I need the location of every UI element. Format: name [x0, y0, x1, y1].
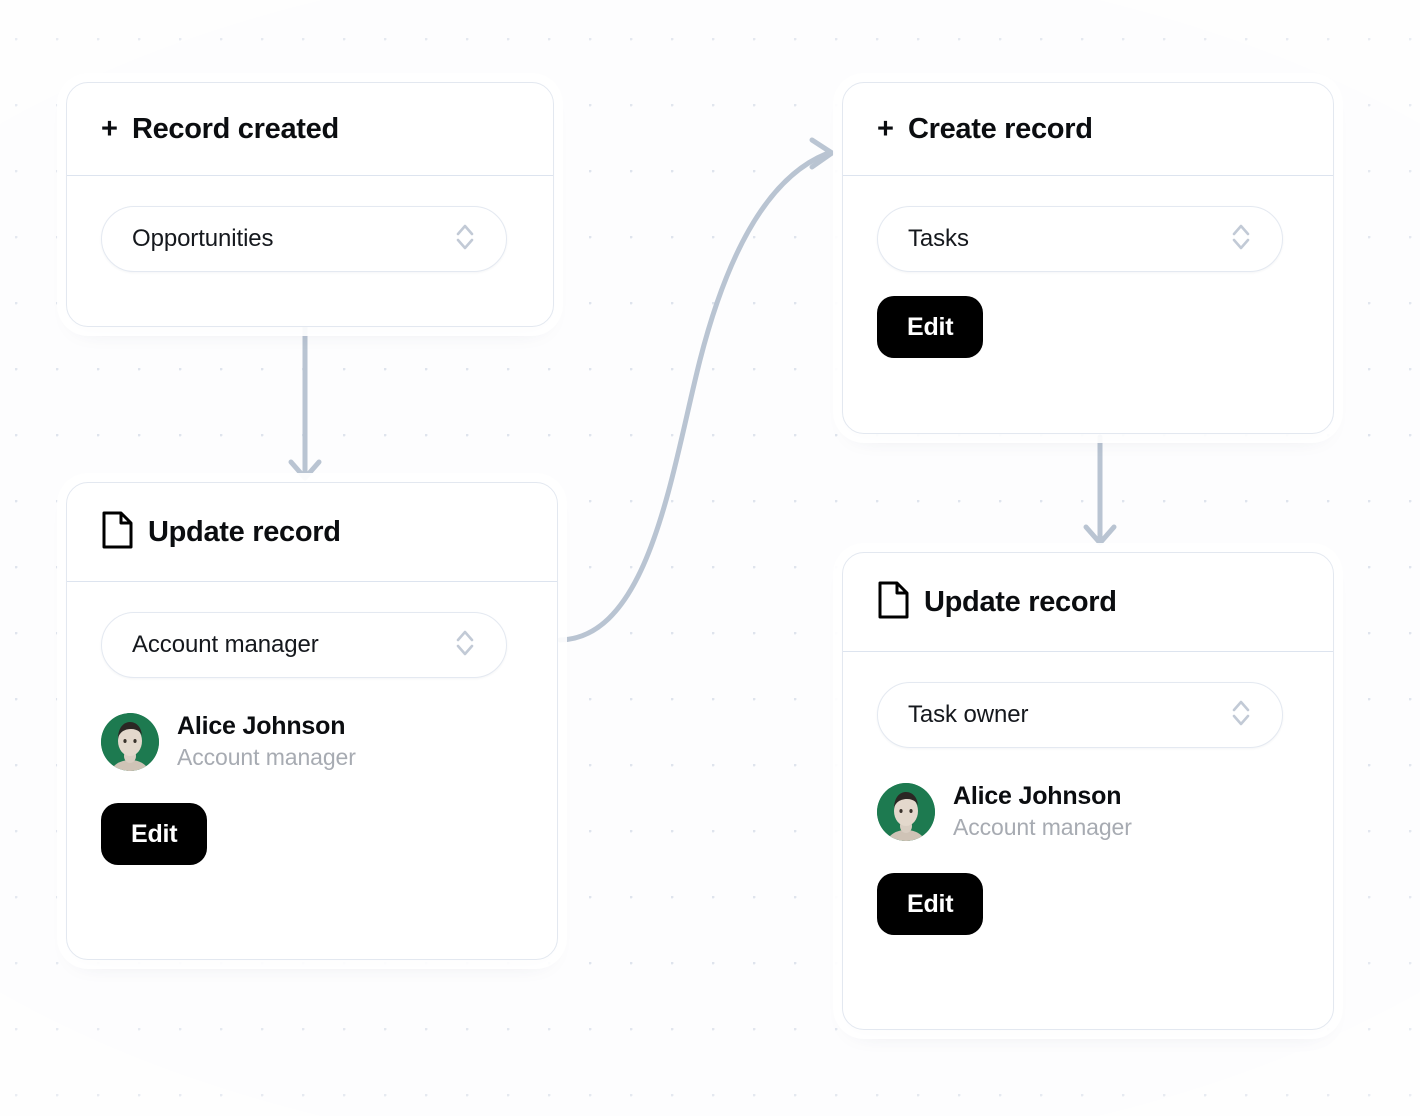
- node-record-created[interactable]: + Record created Opportunities: [66, 82, 554, 327]
- node-header: + Create record: [843, 83, 1333, 176]
- edge-create-record-to-update-record: [1083, 434, 1117, 546]
- select-value: Task owner: [908, 701, 1029, 728]
- node-header: Update record: [67, 483, 557, 582]
- edge-update-record-to-create-record: [557, 137, 835, 643]
- stepper-chevrons-icon[interactable]: [454, 218, 476, 261]
- edit-button[interactable]: Edit: [877, 296, 984, 358]
- assignee-role: Account manager: [177, 744, 356, 770]
- assignee-row[interactable]: Alice Johnson Account manager: [877, 782, 1299, 841]
- node-body: Tasks Edit: [843, 176, 1333, 392]
- node-update-record-left[interactable]: Update record Account manager Alice John…: [66, 482, 558, 960]
- select-value: Opportunities: [132, 225, 274, 252]
- select-value: Tasks: [908, 225, 969, 252]
- node-header: + Record created: [67, 83, 553, 176]
- edge-record-created-to-update-record: [288, 324, 322, 481]
- workflow-canvas: + Record created Opportunities Update re…: [0, 0, 1420, 1116]
- node-header: Update record: [843, 553, 1333, 652]
- plus-icon: +: [101, 112, 118, 145]
- edit-button[interactable]: Edit: [877, 873, 984, 935]
- edit-button[interactable]: Edit: [101, 803, 208, 865]
- stepper-chevrons-icon[interactable]: [454, 624, 476, 667]
- field-select[interactable]: Account manager: [101, 612, 507, 678]
- assignee-name: Alice Johnson: [177, 712, 346, 740]
- assignee-text: Alice Johnson Account manager: [953, 782, 1132, 841]
- stepper-chevrons-icon[interactable]: [1230, 694, 1252, 737]
- assignee-name: Alice Johnson: [953, 782, 1122, 810]
- node-title: Create record: [907, 112, 1093, 145]
- stepper-chevrons-icon[interactable]: [1230, 218, 1252, 261]
- node-update-record-right[interactable]: Update record Task owner Alice Johnson A…: [842, 552, 1334, 1030]
- node-create-record[interactable]: + Create record Tasks Edit: [842, 82, 1334, 434]
- document-icon: [101, 511, 134, 554]
- alice-johnson-avatar: [877, 782, 935, 841]
- node-title: Update record: [148, 515, 341, 548]
- assignee-role: Account manager: [953, 814, 1132, 840]
- node-title: Record created: [131, 112, 339, 145]
- assignee-text: Alice Johnson Account manager: [177, 712, 356, 771]
- node-title: Update record: [924, 585, 1117, 618]
- record-type-select[interactable]: Opportunities: [101, 206, 507, 272]
- plus-icon: +: [877, 112, 894, 145]
- field-select[interactable]: Task owner: [877, 682, 1283, 748]
- node-body: Account manager Alice Johnson Account ma…: [67, 582, 557, 899]
- node-body: Task owner Alice Johnson Account manager…: [843, 652, 1333, 969]
- document-icon: [877, 581, 910, 624]
- node-body: Opportunities: [67, 176, 553, 306]
- assignee-row[interactable]: Alice Johnson Account manager: [101, 712, 523, 771]
- record-type-select[interactable]: Tasks: [877, 206, 1283, 272]
- alice-johnson-avatar: [101, 712, 159, 771]
- select-value: Account manager: [132, 631, 319, 658]
